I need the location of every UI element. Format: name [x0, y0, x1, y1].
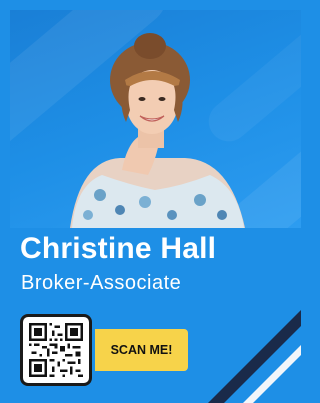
scan-me-button[interactable]: SCAN ME! [95, 329, 188, 371]
agent-name: Christine Hall [20, 232, 217, 265]
agent-card: Christine Hall Broker-Associate SCAN ME! [0, 0, 301, 403]
photo-panel [10, 10, 301, 228]
qr-code-icon[interactable] [20, 314, 92, 386]
agent-portrait-photo [70, 33, 245, 228]
qr-code-graphic [29, 323, 83, 377]
agent-title: Broker-Associate [21, 272, 182, 294]
